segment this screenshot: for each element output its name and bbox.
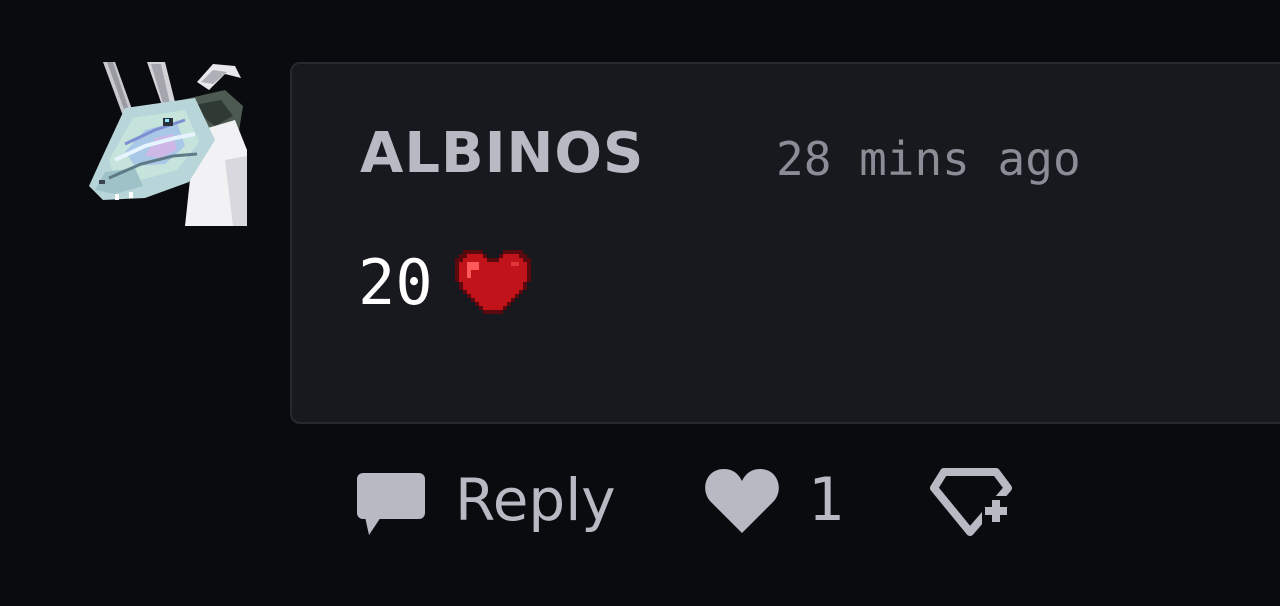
comment-username[interactable]: ALBINOS	[360, 126, 644, 182]
heart-icon	[704, 469, 779, 533]
comment-actions: Reply 1	[355, 460, 1012, 540]
red-heart-icon	[454, 250, 531, 316]
avatar[interactable]	[85, 60, 247, 226]
reply-label: Reply	[455, 466, 616, 534]
reward-button[interactable]	[929, 462, 1012, 538]
comment-body: 20	[358, 250, 531, 316]
comment-card: ALBINOS 28 mins ago 20	[290, 62, 1280, 424]
like-button[interactable]: 1	[704, 465, 844, 535]
reply-button[interactable]: Reply	[355, 463, 616, 537]
comment-timestamp[interactable]: 28 mins ago	[776, 136, 1081, 182]
gem-add-icon	[929, 468, 1012, 536]
comment-text: 20	[358, 246, 433, 319]
speech-bubble-icon	[357, 473, 425, 535]
like-count: 1	[807, 465, 844, 535]
white-dragon-avatar-icon	[89, 62, 247, 226]
